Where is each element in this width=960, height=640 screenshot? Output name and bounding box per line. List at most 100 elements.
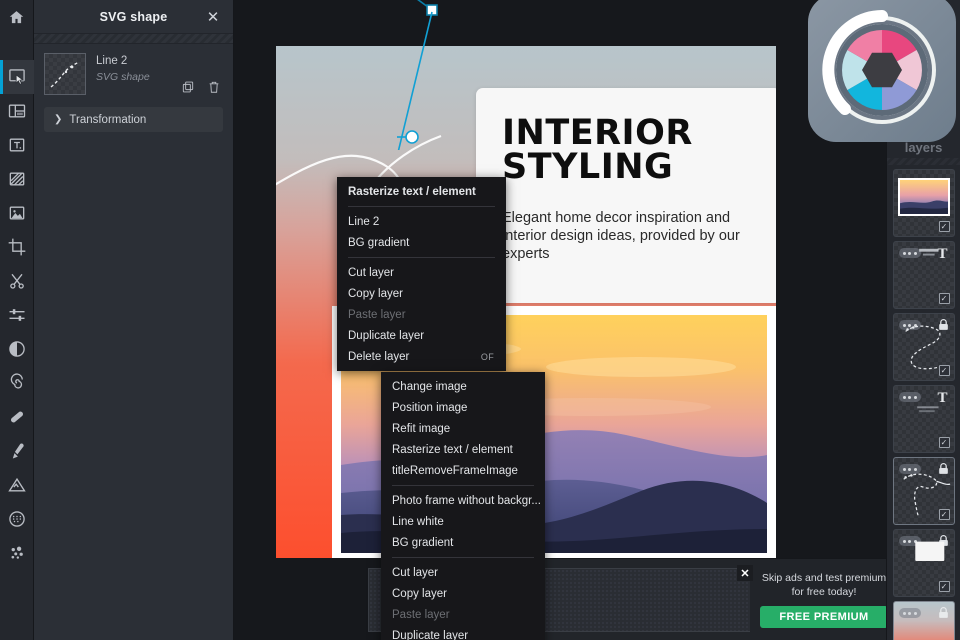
- image-context-menu[interactable]: Change image Position image Refit image …: [381, 372, 545, 640]
- headline-card[interactable]: INTERIOR STYLING Elegant home decor inspi…: [476, 88, 776, 303]
- tool-cutout[interactable]: [0, 264, 34, 298]
- layer-thumb-photo-sunset[interactable]: ✓: [892, 169, 955, 237]
- layer-thumb-white-card[interactable]: ✓: [892, 529, 955, 597]
- delete-icon[interactable]: [207, 80, 221, 94]
- menu-separator: [348, 206, 495, 207]
- tool-image[interactable]: [0, 196, 34, 230]
- layer-menu-dots-icon[interactable]: [898, 608, 921, 618]
- menu-item-copy-layer[interactable]: Copy layer: [381, 583, 545, 604]
- panel-header: SVG shape ✕: [34, 0, 233, 34]
- menu-item-shortcut: OF: [480, 351, 494, 362]
- layers-list: ✓ T ✓ ✓ T ✓ ✓ ✓: [887, 165, 960, 640]
- dots-cluster-icon: [7, 543, 27, 563]
- bandage-icon: [7, 407, 27, 427]
- lock-icon[interactable]: [937, 606, 950, 619]
- menu-item-label: BG gradient: [392, 536, 454, 549]
- menu-item-photo-frame[interactable]: Photo frame without backgr...: [381, 490, 545, 511]
- layer-thumb-text-interior[interactable]: T ✓: [892, 241, 955, 309]
- tool-liquify[interactable]: [0, 366, 34, 400]
- layers-panel-stripe: [887, 158, 960, 165]
- menu-item-cut-layer[interactable]: Cut layer: [381, 562, 545, 583]
- tool-halftone[interactable]: [0, 502, 34, 536]
- menu-item-refit-image[interactable]: Refit image: [381, 418, 545, 439]
- tool-retouch[interactable]: [0, 400, 34, 434]
- menu-item-label: Photo frame without backgr...: [392, 494, 541, 507]
- menu-item-delete-layer[interactable]: Delete layer OF: [337, 346, 506, 367]
- tool-text[interactable]: [0, 128, 34, 162]
- spiral-icon: [7, 373, 27, 393]
- menu-item-paste-layer: Paste layer: [337, 304, 506, 325]
- layer-actions: [181, 80, 221, 94]
- layer-visibility-checkbox[interactable]: ✓: [938, 293, 950, 304]
- layer-context-menu[interactable]: Rasterize text / element Line 2 BG gradi…: [337, 177, 506, 371]
- menu-item-label: Rasterize text / element: [348, 185, 476, 198]
- panel-title: SVG shape: [99, 9, 168, 24]
- menu-item-label: Duplicate layer: [348, 329, 425, 342]
- sliders-icon: [7, 305, 27, 325]
- text-box-icon: [7, 135, 27, 155]
- menu-item-label: Line 2: [348, 215, 380, 228]
- menu-item-label: Copy layer: [348, 287, 403, 300]
- tool-template[interactable]: [0, 94, 34, 128]
- dotted-globe-icon: [7, 509, 27, 529]
- home-icon[interactable]: [0, 0, 34, 34]
- layer-thumb-text-body[interactable]: T ✓: [892, 385, 955, 453]
- layer-visibility-checkbox[interactable]: ✓: [938, 365, 950, 376]
- menu-item-remove-frame-image[interactable]: titleRemoveFrameImage: [381, 460, 545, 481]
- duplicate-icon[interactable]: [181, 80, 195, 94]
- selected-layer-row[interactable]: Line 2 SVG shape: [34, 44, 233, 101]
- free-premium-button[interactable]: FREE PREMIUM: [760, 606, 888, 629]
- cursor-select-icon: [7, 67, 27, 87]
- tool-shape[interactable]: [0, 468, 34, 502]
- menu-item-label: Cut layer: [392, 566, 439, 579]
- menu-item-rasterize[interactable]: Rasterize text / element: [381, 439, 545, 460]
- layer-name: Line 2: [96, 55, 128, 67]
- tool-arrange[interactable]: [0, 60, 34, 94]
- menu-item-label: Rasterize text / element: [392, 443, 513, 456]
- menu-item-duplicate-layer[interactable]: Duplicate layer: [381, 625, 545, 640]
- menu-item-paste-layer: Paste layer: [381, 604, 545, 625]
- menu-item-bg-gradient[interactable]: BG gradient: [337, 232, 506, 253]
- layer-visibility-checkbox[interactable]: ✓: [938, 221, 950, 232]
- menu-separator: [348, 257, 495, 258]
- layout-icon: [7, 101, 27, 121]
- layer-thumb-bg-gradient[interactable]: ✓: [892, 601, 955, 640]
- pixlr-editor: SVG shape ✕ Line 2 SVG shape ❯ Transform…: [0, 0, 960, 640]
- tool-element[interactable]: [0, 536, 34, 570]
- tool-pattern[interactable]: [0, 162, 34, 196]
- triangle-shape-icon: [7, 475, 27, 495]
- menu-item-line-white[interactable]: Line white: [381, 511, 545, 532]
- tool-crop[interactable]: [0, 230, 34, 264]
- menu-item-cut-layer[interactable]: Cut layer: [337, 262, 506, 283]
- tool-adjust[interactable]: [0, 298, 34, 332]
- layer-visibility-checkbox[interactable]: ✓: [938, 437, 950, 448]
- layer-visibility-checkbox[interactable]: ✓: [938, 581, 950, 592]
- tool-effect[interactable]: [0, 332, 34, 366]
- close-ad-icon[interactable]: ✕: [737, 565, 753, 581]
- menu-item-label: Line white: [392, 515, 444, 528]
- menu-item-bg-gradient[interactable]: BG gradient: [381, 532, 545, 553]
- menu-item-duplicate-layer[interactable]: Duplicate layer: [337, 325, 506, 346]
- menu-separator: [392, 557, 534, 558]
- menu-item-position-image[interactable]: Position image: [381, 397, 545, 418]
- accordion-label: Transformation: [69, 113, 147, 126]
- transformation-accordion[interactable]: ❯ Transformation: [44, 107, 223, 132]
- menu-item-label: Paste layer: [348, 308, 406, 321]
- layer-thumb-line-swirl-a[interactable]: ✓: [892, 313, 955, 381]
- tool-draw[interactable]: [0, 434, 34, 468]
- panel-stripe-divider: [34, 34, 233, 44]
- card-title: INTERIOR STYLING: [502, 113, 693, 188]
- hatch-icon: [7, 169, 27, 189]
- menu-item-line-2[interactable]: Line 2: [337, 211, 506, 232]
- menu-item-change-image[interactable]: Change image: [381, 376, 545, 397]
- menu-separator: [392, 485, 534, 486]
- layer-visibility-checkbox[interactable]: ✓: [938, 509, 950, 520]
- menu-item-copy-layer[interactable]: Copy layer: [337, 283, 506, 304]
- menu-item-label: Paste layer: [392, 608, 450, 621]
- close-icon[interactable]: ✕: [202, 0, 224, 34]
- left-toolbar: [0, 0, 34, 640]
- menu-item-label: Cut layer: [348, 266, 395, 279]
- layer-thumb-line-2[interactable]: ✓: [892, 457, 955, 525]
- menu-item-rasterize[interactable]: Rasterize text / element: [337, 181, 506, 202]
